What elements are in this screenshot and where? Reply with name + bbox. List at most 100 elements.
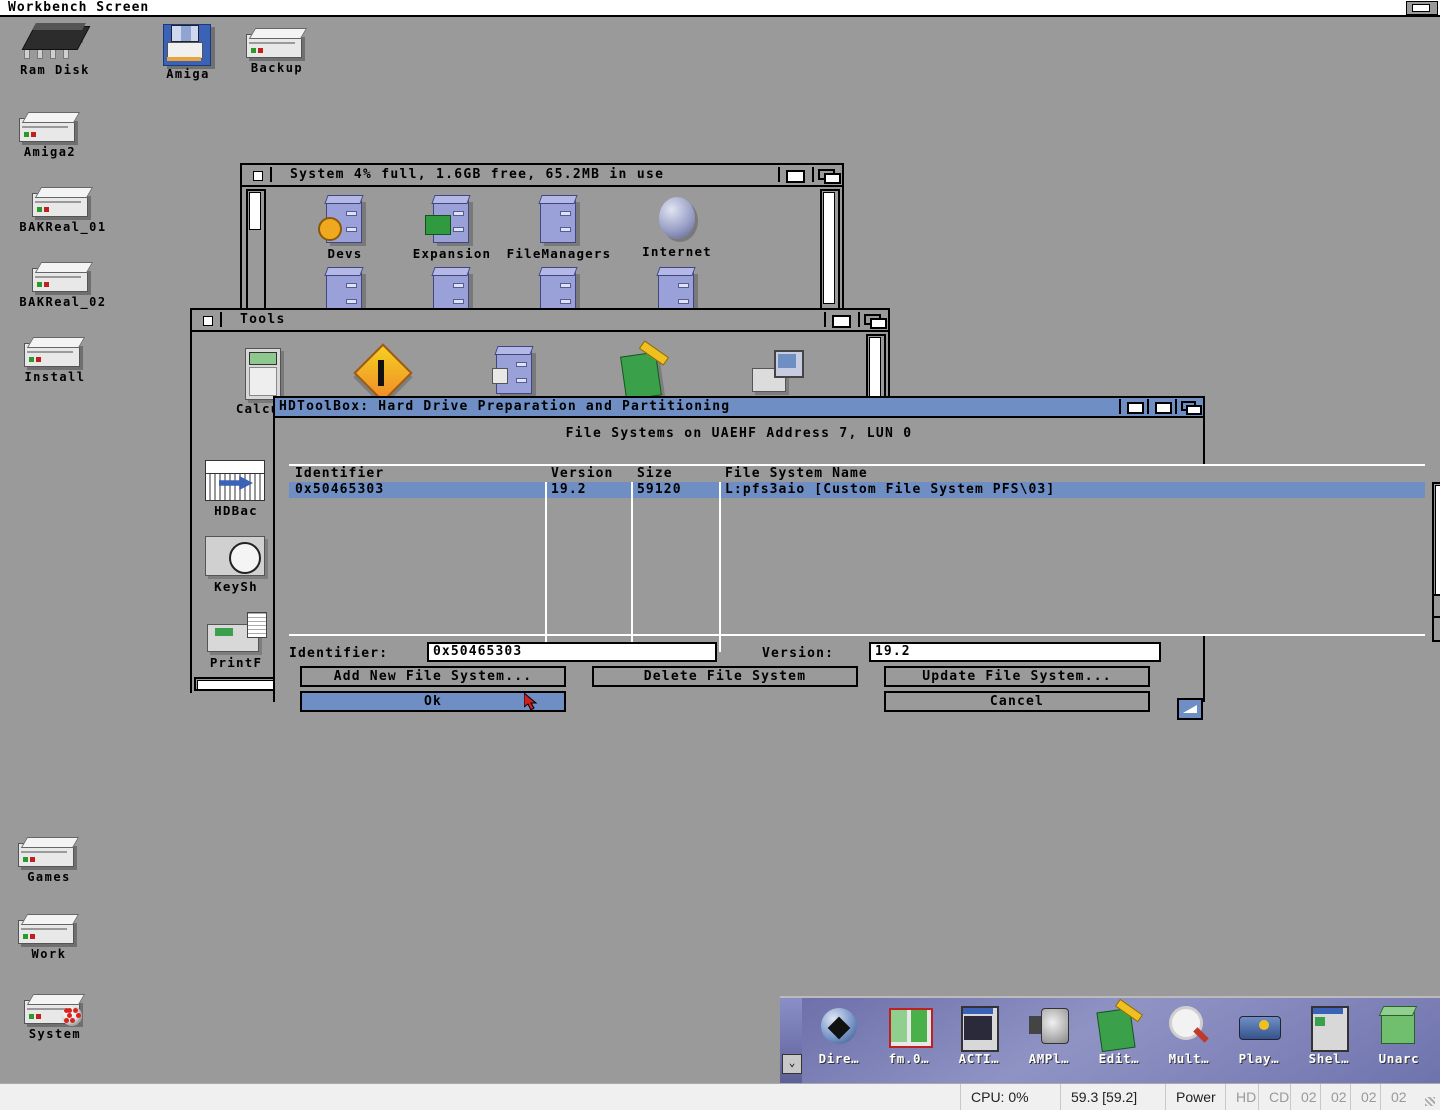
hard-drive-icon: [32, 185, 94, 219]
system-zoom-gadget[interactable]: [778, 167, 808, 183]
dock-item-label: ACTI…: [958, 1051, 1000, 1066]
screen-depth-gadget[interactable]: [1406, 1, 1438, 15]
column-header-identifier: Identifier: [295, 466, 385, 481]
tools-icon-notepad-pencil-icon[interactable]: [590, 340, 700, 402]
system-window[interactable]: System 4% full, 1.6GB free, 65.2MB in us…: [240, 163, 844, 311]
system-icon-row2-0[interactable]: [290, 267, 400, 311]
filesystem-list[interactable]: Identifier Version Size File System Name…: [289, 464, 1425, 652]
hdtoolbox-title: HDToolBox: Hard Drive Preparation and Pa…: [279, 399, 731, 414]
system-icon-row2-1[interactable]: [397, 267, 507, 311]
desktop-icon-label: Games: [27, 870, 71, 884]
dock-item-speaker[interactable]: AMPl…: [1016, 1004, 1082, 1066]
tools-close-gadget[interactable]: [194, 312, 222, 327]
hd-backup-icon: [201, 460, 271, 504]
system-window-title: System 4% full, 1.6GB free, 65.2MB in us…: [290, 167, 665, 182]
dock-item-green-box[interactable]: Unarc: [1366, 1004, 1432, 1066]
shell-window-icon: [1305, 1004, 1353, 1052]
resize-gadget[interactable]: [1177, 698, 1203, 720]
desktop-icon-games[interactable]: Games: [0, 835, 104, 884]
tools-icon-drawer-lock-icon[interactable]: [460, 346, 570, 398]
desktop-icon-install[interactable]: Install: [0, 335, 110, 384]
globe-icon: [654, 195, 700, 245]
printer-monitor-icon: [750, 346, 804, 402]
hdtoolbox-titlebar[interactable]: HDToolBox: Hard Drive Preparation and Pa…: [275, 398, 1203, 418]
desktop-icon-system[interactable]: System: [0, 992, 110, 1041]
system-icon-internet[interactable]: Internet: [622, 195, 732, 259]
tools-side-icon-printf[interactable]: PrintF: [197, 610, 275, 670]
desktop-icon-label: Amiga2: [23, 145, 77, 159]
status-bar: CPU: 0% 59.3 [59.2] Power HD CD 02 02 02…: [0, 1083, 1440, 1110]
filesystem-list-body[interactable]: 0x50465303 19.2 59120 L:pfs3aio [Custom …: [289, 482, 1425, 652]
desktop-icon-backup[interactable]: Backup: [222, 26, 332, 75]
keyshow-icon: [201, 532, 271, 580]
column-divider-2: [631, 482, 633, 652]
column-divider-3: [719, 482, 721, 652]
scroll-down-arrow-icon[interactable]: V: [1432, 616, 1440, 642]
tools-icon-printer-monitor-icon[interactable]: [722, 346, 832, 402]
desktop-icon-amiga2[interactable]: Amiga2: [0, 110, 105, 159]
system-icon-devs[interactable]: Devs: [290, 195, 400, 261]
resize-grip-icon[interactable]: [1425, 1097, 1435, 1106]
system-depth-gadget[interactable]: [812, 167, 842, 184]
hard-drive-icon: [18, 912, 80, 946]
system-close-gadget[interactable]: [244, 167, 272, 182]
magnifier-icon: [1165, 1004, 1213, 1052]
dock-item-label: Play…: [1238, 1051, 1280, 1066]
directory-opus-icon: [815, 1004, 863, 1052]
delete-file-system-button[interactable]: Delete File System: [592, 666, 858, 687]
desktop-icon-bakreal-01[interactable]: BAKReal_01: [8, 185, 118, 234]
dock-item-label: Dire…: [818, 1051, 860, 1066]
player-disk-icon: [1235, 1004, 1283, 1052]
desktop-icon-bakreal-02[interactable]: BAKReal_02: [8, 260, 118, 309]
hdtoolbox-zoom-gadget[interactable]: [1147, 399, 1175, 414]
dock-item-action-window[interactable]: ACTI…: [946, 1004, 1012, 1066]
table-row[interactable]: 0x50465303 19.2 59120 L:pfs3aio [Custom …: [289, 482, 1425, 498]
desktop-icon-label: BAKReal_01: [19, 220, 107, 234]
identifier-input[interactable]: 0x50465303: [427, 642, 717, 662]
add-new-file-system-button[interactable]: Add New File System...: [300, 666, 566, 687]
cancel-button[interactable]: Cancel: [884, 691, 1150, 712]
cell-size: 59120: [637, 482, 682, 497]
update-file-system-button[interactable]: Update File System...: [884, 666, 1150, 687]
dock-item-editor-notepad[interactable]: Edit…: [1086, 998, 1152, 1066]
cell-version: 19.2: [551, 482, 587, 497]
hdtoolbox-depth-gadget[interactable]: [1175, 399, 1203, 415]
tools-side-icon-hdbac[interactable]: HDBac: [197, 460, 275, 518]
status-power: Power: [1165, 1084, 1226, 1110]
desktop-icon-label: Backup: [250, 61, 304, 75]
hard-drive-icon: [246, 26, 308, 60]
tools-icon-road-sign-icon[interactable]: [327, 343, 437, 403]
hdtoolbox-window[interactable]: HDToolBox: Hard Drive Preparation and Pa…: [273, 396, 1440, 720]
tools-depth-gadget[interactable]: [858, 312, 888, 329]
tools-side-icon-label: PrintF: [209, 655, 263, 670]
system-vertical-scrollbar-right[interactable]: [820, 189, 840, 311]
ok-button[interactable]: Ok: [300, 691, 566, 712]
hdtoolbox-iconify-gadget[interactable]: [1119, 399, 1147, 414]
version-input[interactable]: 19.2: [869, 642, 1161, 662]
drawer-icon: [322, 267, 368, 311]
tools-side-icon-keysh[interactable]: KeySh: [197, 532, 275, 594]
drawer-icon: [318, 195, 368, 247]
tools-window-titlebar[interactable]: Tools: [192, 310, 888, 332]
system-icon-row2-2[interactable]: [504, 267, 614, 311]
dock-item-filemaster[interactable]: fm.0…: [876, 1004, 942, 1066]
column-header-version: Version: [551, 466, 614, 481]
dock-collapse-button[interactable]: ⌄: [782, 1054, 802, 1074]
speaker-icon: [1025, 1004, 1073, 1052]
system-vertical-scrollbar[interactable]: [246, 189, 266, 311]
dock-item-magnifier[interactable]: Mult…: [1156, 1004, 1222, 1066]
dock-item-player-disk[interactable]: Play…: [1226, 1004, 1292, 1066]
desktop-icon-work[interactable]: Work: [0, 912, 104, 961]
tools-side-icon-label: KeySh: [214, 579, 258, 594]
system-icon-row2-3[interactable]: [622, 267, 732, 311]
system-window-titlebar[interactable]: System 4% full, 1.6GB free, 65.2MB in us…: [242, 165, 842, 187]
desktop-icon-ram-disk[interactable]: Ram Disk: [0, 22, 110, 77]
system-window-body: Devs Expansion FileManagers Internet: [242, 187, 842, 311]
dock-item-directory-opus[interactable]: Dire…: [806, 1004, 872, 1066]
tools-zoom-gadget[interactable]: [824, 312, 854, 328]
hard-drive-icon: [32, 260, 94, 294]
system-icon-expansion[interactable]: Expansion: [397, 195, 507, 261]
column-header-name: File System Name: [725, 466, 868, 481]
system-icon-filemanagers[interactable]: FileManagers: [504, 195, 614, 261]
dock-item-shell-window[interactable]: Shel…: [1296, 1004, 1362, 1066]
